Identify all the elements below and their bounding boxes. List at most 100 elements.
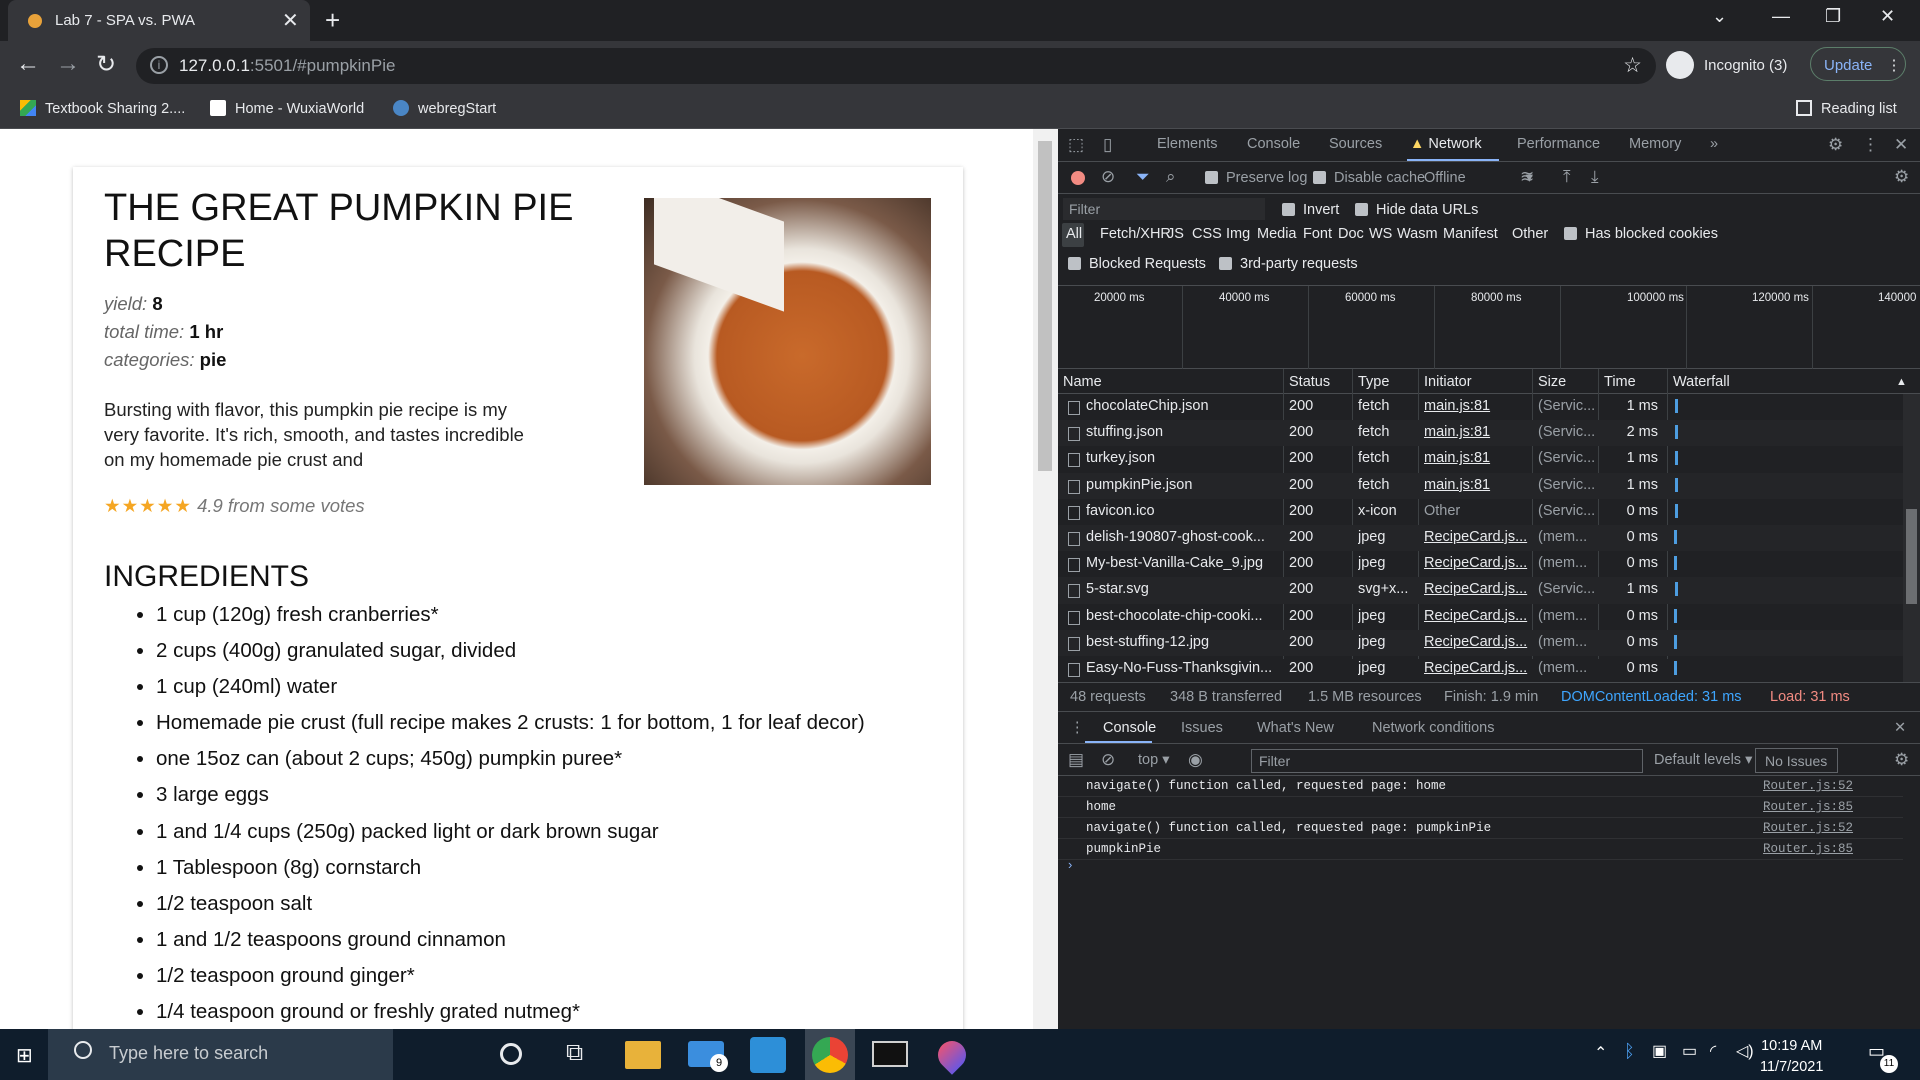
record-icon[interactable] bbox=[1071, 171, 1085, 185]
type-filter-ws[interactable]: WS bbox=[1369, 226, 1392, 242]
filter-icon[interactable]: ⏷ bbox=[1136, 167, 1150, 187]
tab-search-icon[interactable]: ⌄ bbox=[1712, 6, 1727, 27]
request-row[interactable]: best-chocolate-chip-cooki... 200 jpeg Recip… bbox=[1058, 604, 1903, 630]
sort-asc-icon[interactable]: ▲ bbox=[1896, 376, 1907, 388]
live-expression-icon[interactable]: ◉ bbox=[1188, 750, 1203, 770]
console-prompt[interactable]: › bbox=[1068, 857, 1072, 872]
col-type[interactable]: Type bbox=[1358, 374, 1389, 390]
page-scrollbar[interactable] bbox=[1033, 129, 1058, 1029]
request-initiator[interactable]: RecipeCard.js... bbox=[1424, 529, 1528, 545]
request-initiator[interactable]: RecipeCard.js... bbox=[1424, 555, 1528, 571]
col-status[interactable]: Status bbox=[1289, 374, 1330, 390]
type-filter-img[interactable]: Img bbox=[1226, 226, 1250, 242]
network-overview[interactable]: 20000 ms 40000 ms 60000 ms 80000 ms 1000… bbox=[1058, 286, 1920, 369]
console-sidebar-icon[interactable]: ▤ bbox=[1068, 750, 1084, 770]
requests-scrollbar-thumb[interactable] bbox=[1906, 509, 1917, 604]
tab-performance[interactable]: Performance bbox=[1517, 136, 1600, 152]
device-toolbar-icon[interactable]: ▯ bbox=[1103, 135, 1112, 155]
request-initiator[interactable]: RecipeCard.js... bbox=[1424, 660, 1528, 676]
bookmark-wuxiaworld[interactable]: Home - WuxiaWorld bbox=[210, 100, 364, 117]
close-devtools-icon[interactable]: ✕ bbox=[1894, 135, 1908, 155]
drawer-menu-icon[interactable]: ⋮ bbox=[1070, 720, 1085, 736]
request-row[interactable]: favicon.ico 200 x-icon Other (Servic... 0 ms bbox=[1058, 499, 1903, 525]
battery-icon[interactable]: ▭ bbox=[1682, 1041, 1697, 1061]
taskbar-search[interactable]: Type here to search bbox=[48, 1029, 393, 1080]
tab-console[interactable]: Console bbox=[1247, 136, 1300, 152]
vscode-icon[interactable] bbox=[750, 1037, 786, 1073]
col-waterfall[interactable]: Waterfall bbox=[1673, 374, 1730, 390]
type-filter-css[interactable]: CSS bbox=[1192, 226, 1222, 242]
drawer-tab-network-conditions[interactable]: Network conditions bbox=[1372, 720, 1495, 736]
type-filter-wasm[interactable]: Wasm bbox=[1397, 226, 1438, 242]
console-settings-icon[interactable]: ⚙ bbox=[1894, 750, 1909, 770]
request-initiator[interactable]: main.js:81 bbox=[1424, 424, 1528, 440]
request-row[interactable]: turkey.json 200 fetch main.js:81 (Servic... 1… bbox=[1058, 446, 1903, 472]
reload-icon[interactable]: ↻ bbox=[96, 50, 116, 79]
console-filter-input[interactable]: Filter bbox=[1251, 749, 1643, 773]
show-hidden-icons-icon[interactable]: ⌃ bbox=[1594, 1043, 1607, 1063]
request-row[interactable]: stuffing.json 200 fetch main.js:81 (Servic..… bbox=[1058, 420, 1903, 447]
type-filter-doc[interactable]: Doc bbox=[1338, 226, 1364, 242]
col-name[interactable]: Name bbox=[1063, 374, 1102, 390]
console-source-link[interactable]: Router.js:52 bbox=[1763, 821, 1853, 835]
context-select[interactable]: top ▾ bbox=[1138, 752, 1169, 768]
taskbar-clock[interactable]: 10:19 AM 11/7/2021 bbox=[1760, 1036, 1823, 1078]
update-button[interactable]: Update ⋮ bbox=[1810, 47, 1906, 81]
col-size[interactable]: Size bbox=[1538, 374, 1566, 390]
new-tab-icon[interactable]: + bbox=[325, 5, 340, 36]
close-drawer-icon[interactable]: ✕ bbox=[1894, 720, 1906, 736]
request-row[interactable]: My-best-Vanilla-Cake_9.jpg 200 jpeg RecipeC… bbox=[1058, 551, 1903, 577]
request-initiator[interactable]: RecipeCard.js... bbox=[1424, 581, 1528, 597]
issues-button[interactable]: No Issues bbox=[1755, 748, 1838, 773]
request-initiator[interactable]: RecipeCard.js... bbox=[1424, 634, 1528, 650]
request-row[interactable]: Easy-No-Fuss-Thanksgivin... 200 jpeg Recipe… bbox=[1058, 656, 1903, 682]
inspect-element-icon[interactable]: ⬚ bbox=[1068, 135, 1084, 155]
type-filter-media[interactable]: Media bbox=[1257, 226, 1297, 242]
clear-console-icon[interactable]: ⊘ bbox=[1101, 750, 1115, 770]
minimize-icon[interactable]: — bbox=[1772, 6, 1790, 27]
more-options-icon[interactable]: ⋮ bbox=[1862, 135, 1879, 155]
tab-elements[interactable]: Elements bbox=[1157, 136, 1217, 152]
browser-tab[interactable]: Lab 7 - SPA vs. PWA ✕ bbox=[8, 0, 310, 41]
hide-data-urls-checkbox[interactable]: Hide data URLs bbox=[1355, 202, 1478, 218]
preserve-log-checkbox[interactable]: Preserve log bbox=[1205, 170, 1307, 186]
url-text[interactable]: 127.0.0.1:5501/#pumpkinPie bbox=[179, 56, 395, 76]
console-source-link[interactable]: Router.js:85 bbox=[1763, 800, 1853, 814]
throttling-select[interactable]: Offline ▾ bbox=[1424, 170, 1533, 186]
requests-scrollbar[interactable] bbox=[1903, 394, 1920, 682]
back-icon[interactable]: ← bbox=[16, 50, 40, 78]
blocked-requests-checkbox[interactable]: Blocked Requests bbox=[1068, 256, 1206, 272]
col-time[interactable]: Time bbox=[1604, 374, 1636, 390]
tab-network[interactable]: ▲ Network bbox=[1410, 136, 1482, 152]
terminal-icon[interactable] bbox=[872, 1041, 908, 1067]
type-filter-manifest[interactable]: Manifest bbox=[1443, 226, 1498, 242]
page-scrollbar-thumb[interactable] bbox=[1038, 141, 1052, 471]
type-filter-js[interactable]: JS bbox=[1167, 226, 1184, 242]
type-filter-font[interactable]: Font bbox=[1303, 226, 1332, 242]
request-initiator[interactable]: RecipeCard.js... bbox=[1424, 608, 1528, 624]
drawer-tab-console[interactable]: Console bbox=[1103, 720, 1156, 736]
restore-icon[interactable]: ❐ bbox=[1825, 6, 1841, 27]
tab-memory[interactable]: Memory bbox=[1629, 136, 1681, 152]
request-row[interactable]: pumpkinPie.json 200 fetch main.js:81 (Servic… bbox=[1058, 472, 1903, 499]
bluetooth-icon[interactable]: ᛒ bbox=[1624, 1041, 1635, 1062]
site-info-icon[interactable]: i bbox=[150, 56, 168, 74]
filter-input[interactable]: Filter bbox=[1063, 198, 1265, 220]
forward-icon[interactable]: → bbox=[56, 50, 80, 78]
export-har-icon[interactable]: ⤓ bbox=[1591, 167, 1599, 187]
more-tabs-icon[interactable]: » bbox=[1710, 136, 1718, 152]
request-initiator[interactable]: main.js:81 bbox=[1424, 477, 1528, 493]
request-row[interactable]: delish-190807-ghost-cook... 200 jpeg Recipe… bbox=[1058, 525, 1903, 552]
import-har-icon[interactable]: ⤒ bbox=[1563, 167, 1571, 187]
blocked-cookies-checkbox[interactable]: Has blocked cookies bbox=[1564, 226, 1718, 242]
bookmark-textbook[interactable]: Textbook Sharing 2.... bbox=[20, 100, 185, 117]
col-initiator[interactable]: Initiator bbox=[1424, 374, 1472, 390]
file-explorer-icon[interactable] bbox=[625, 1041, 661, 1069]
request-initiator[interactable]: main.js:81 bbox=[1424, 450, 1528, 466]
tab-sources[interactable]: Sources bbox=[1329, 136, 1382, 152]
disable-cache-checkbox[interactable]: Disable cache bbox=[1313, 170, 1425, 186]
invert-checkbox[interactable]: Invert bbox=[1282, 202, 1339, 218]
close-tab-icon[interactable]: ✕ bbox=[282, 8, 299, 33]
cortana-icon[interactable] bbox=[500, 1043, 522, 1065]
console-source-link[interactable]: Router.js:52 bbox=[1763, 779, 1853, 793]
